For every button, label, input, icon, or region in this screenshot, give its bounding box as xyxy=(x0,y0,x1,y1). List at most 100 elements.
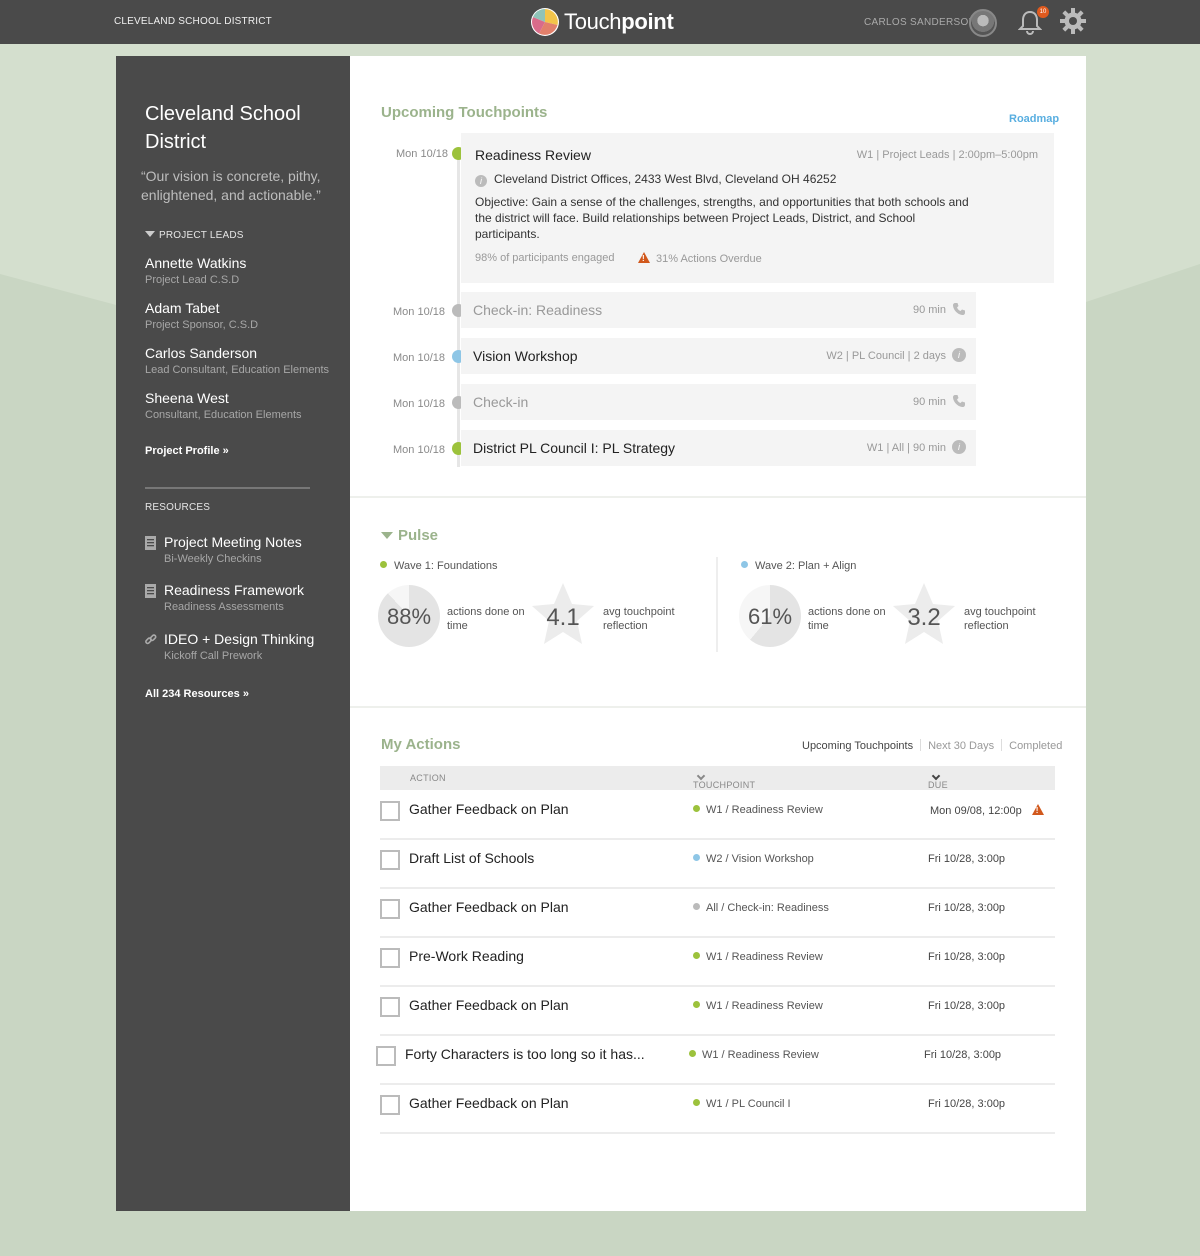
touchpoint-name[interactable]: District PL Council I: PL Strategy xyxy=(473,440,675,456)
district-name[interactable]: CLEVELAND SCHOOL DISTRICT xyxy=(114,16,272,27)
pie-value: 61% xyxy=(747,604,793,629)
table-row: Gather Feedback on Plan W1 / PL Council … xyxy=(380,1085,1055,1134)
user-name[interactable]: CARLOS SANDERSON xyxy=(864,17,976,28)
resource-item[interactable]: Project Meeting Notes Bi-Weekly Checkins xyxy=(145,534,302,565)
status-dot xyxy=(693,1001,700,1008)
action-name[interactable]: Gather Feedback on Plan xyxy=(409,997,569,1013)
rating-value: 3.2 xyxy=(907,604,941,631)
action-touchpoint[interactable]: W2 / Vision Workshop xyxy=(693,853,814,865)
action-touchpoint[interactable]: W1 / Readiness Review xyxy=(693,951,823,963)
touchpoint-meta: W2 | PL Council | 2 days xyxy=(826,350,946,362)
warning-icon xyxy=(638,252,650,263)
info-icon[interactable]: i xyxy=(952,348,966,362)
info-icon: i xyxy=(475,175,487,187)
status-dot xyxy=(693,1099,700,1106)
tab-upcoming-touchpoints[interactable]: Upcoming Touchpoints xyxy=(802,740,913,752)
action-name[interactable]: Draft List of Schools xyxy=(409,850,534,866)
gear-icon[interactable] xyxy=(1060,8,1086,34)
column-touchpoint[interactable]: TOUCHPOINT xyxy=(693,771,755,790)
action-checkbox[interactable] xyxy=(380,1095,400,1115)
caret-down-icon[interactable] xyxy=(381,532,393,539)
status-dot xyxy=(693,952,700,959)
status-dot xyxy=(689,1050,696,1057)
app-logo[interactable]: Touchpoint xyxy=(530,6,674,38)
touchpoint-date: Mon 10/18 xyxy=(396,148,448,160)
upcoming-touchpoints-title: Upcoming Touchpoints xyxy=(381,104,548,121)
action-due: Fri 10/28, 3:00p xyxy=(928,1098,1006,1110)
action-name[interactable]: Gather Feedback on Plan xyxy=(409,1095,569,1111)
touchpoint-name[interactable]: Vision Workshop xyxy=(473,348,578,364)
chevron-down-icon xyxy=(931,771,941,781)
roadmap-link[interactable]: Roadmap xyxy=(1009,113,1059,125)
person[interactable]: Adam Tabet Project Sponsor, C.S.D xyxy=(145,300,258,331)
action-name[interactable]: Gather Feedback on Plan xyxy=(409,899,569,915)
project-leads-toggle[interactable]: PROJECT LEADS xyxy=(145,230,244,241)
tab-completed[interactable]: Completed xyxy=(1009,740,1062,752)
touchpoint-row[interactable]: Check-in: Readiness 90 min xyxy=(461,292,976,328)
action-checkbox[interactable] xyxy=(376,1046,396,1066)
action-name[interactable]: Forty Characters is too long so it has..… xyxy=(405,1046,645,1062)
pulse-title[interactable]: Pulse xyxy=(398,527,438,544)
action-touchpoint[interactable]: W1 / PL Council I xyxy=(693,1098,791,1110)
action-due: Fri 10/28, 3:00p xyxy=(928,853,1006,865)
all-resources-link[interactable]: All 234 Resources » xyxy=(145,688,249,700)
touchpoint-row[interactable]: District PL Council I: PL Strategy W1 | … xyxy=(461,430,976,466)
info-icon[interactable]: i xyxy=(952,440,966,454)
action-due: Fri 10/28, 3:00p xyxy=(928,902,1006,914)
document-icon xyxy=(145,584,156,598)
touchpoint-date: Mon 10/18 xyxy=(393,398,445,410)
touchpoint-row[interactable]: Check-in 90 min xyxy=(461,384,976,420)
status-dot xyxy=(693,805,700,812)
action-touchpoint[interactable]: W1 / Readiness Review xyxy=(689,1049,819,1061)
pie-value: 88% xyxy=(386,604,432,629)
person[interactable]: Annette Watkins Project Lead C.S.D xyxy=(145,255,246,286)
phone-icon xyxy=(953,395,965,407)
action-checkbox[interactable] xyxy=(380,850,400,870)
action-due: Fri 10/28, 3:00p xyxy=(924,1049,1002,1061)
app-name: Touchpoint xyxy=(564,9,674,34)
table-row: Gather Feedback on Plan All / Check-in: … xyxy=(380,889,1055,938)
document-icon xyxy=(145,536,156,550)
phone-icon xyxy=(953,303,965,315)
wave-label: Wave 1: Foundations xyxy=(380,560,498,572)
pie-label: actions done on time xyxy=(808,606,886,632)
touchpoint-row[interactable]: Vision Workshop W2 | PL Council | 2 days… xyxy=(461,338,976,374)
action-name[interactable]: Pre-Work Reading xyxy=(409,948,524,964)
action-touchpoint[interactable]: W1 / Readiness Review xyxy=(693,804,823,816)
link-icon xyxy=(145,634,157,645)
resource-item[interactable]: Readiness Framework Readiness Assessments xyxy=(145,582,304,613)
action-checkbox[interactable] xyxy=(380,948,400,968)
resources-label: RESOURCES xyxy=(145,502,211,513)
action-touchpoint[interactable]: W1 / Readiness Review xyxy=(693,1000,823,1012)
notification-badge: 10 xyxy=(1037,6,1049,18)
action-checkbox[interactable] xyxy=(380,899,400,919)
touchpoint-name[interactable]: Readiness Review xyxy=(475,147,591,163)
warning-icon xyxy=(1031,804,1044,815)
overdue-stat: 31% Actions Overdue xyxy=(638,252,762,265)
column-action[interactable]: ACTION xyxy=(410,773,446,783)
touchpoint-name[interactable]: Check-in xyxy=(473,394,528,410)
my-actions-title: My Actions xyxy=(381,736,461,753)
action-touchpoint[interactable]: All / Check-in: Readiness xyxy=(693,902,829,914)
person[interactable]: Carlos Sanderson Lead Consultant, Educati… xyxy=(145,345,329,376)
touchpoint-name[interactable]: Check-in: Readiness xyxy=(473,302,602,318)
person[interactable]: Sheena West Consultant, Education Element… xyxy=(145,390,302,421)
featured-touchpoint[interactable]: Readiness Review W1 | Project Leads | 2:… xyxy=(461,133,1054,283)
touchpoint-address: i Cleveland District Offices, 2433 West B… xyxy=(475,172,836,187)
project-profile-link[interactable]: Project Profile » xyxy=(145,445,229,457)
wave-label: Wave 2: Plan + Align xyxy=(741,560,856,572)
resource-item[interactable]: IDEO + Design Thinking Kickoff Call Prewo… xyxy=(145,631,314,662)
touchpoint-date: Mon 10/18 xyxy=(393,444,445,456)
tab-next-30-days[interactable]: Next 30 Days xyxy=(928,740,994,752)
column-due[interactable]: DUE xyxy=(928,771,948,790)
status-dot xyxy=(741,561,748,568)
top-bar: CLEVELAND SCHOOL DISTRICT Touchpoint CAR… xyxy=(0,0,1200,44)
status-dot xyxy=(693,903,700,910)
caret-down-icon xyxy=(145,231,155,237)
action-checkbox[interactable] xyxy=(380,997,400,1017)
avatar[interactable] xyxy=(969,9,997,37)
action-filter-tabs: Upcoming Touchpoints Next 30 Days Complete… xyxy=(802,739,1062,752)
action-checkbox[interactable] xyxy=(380,801,400,821)
touchpoint-objective: Objective: Gain a sense of the challenge… xyxy=(475,195,969,241)
action-name[interactable]: Gather Feedback on Plan xyxy=(409,801,569,817)
